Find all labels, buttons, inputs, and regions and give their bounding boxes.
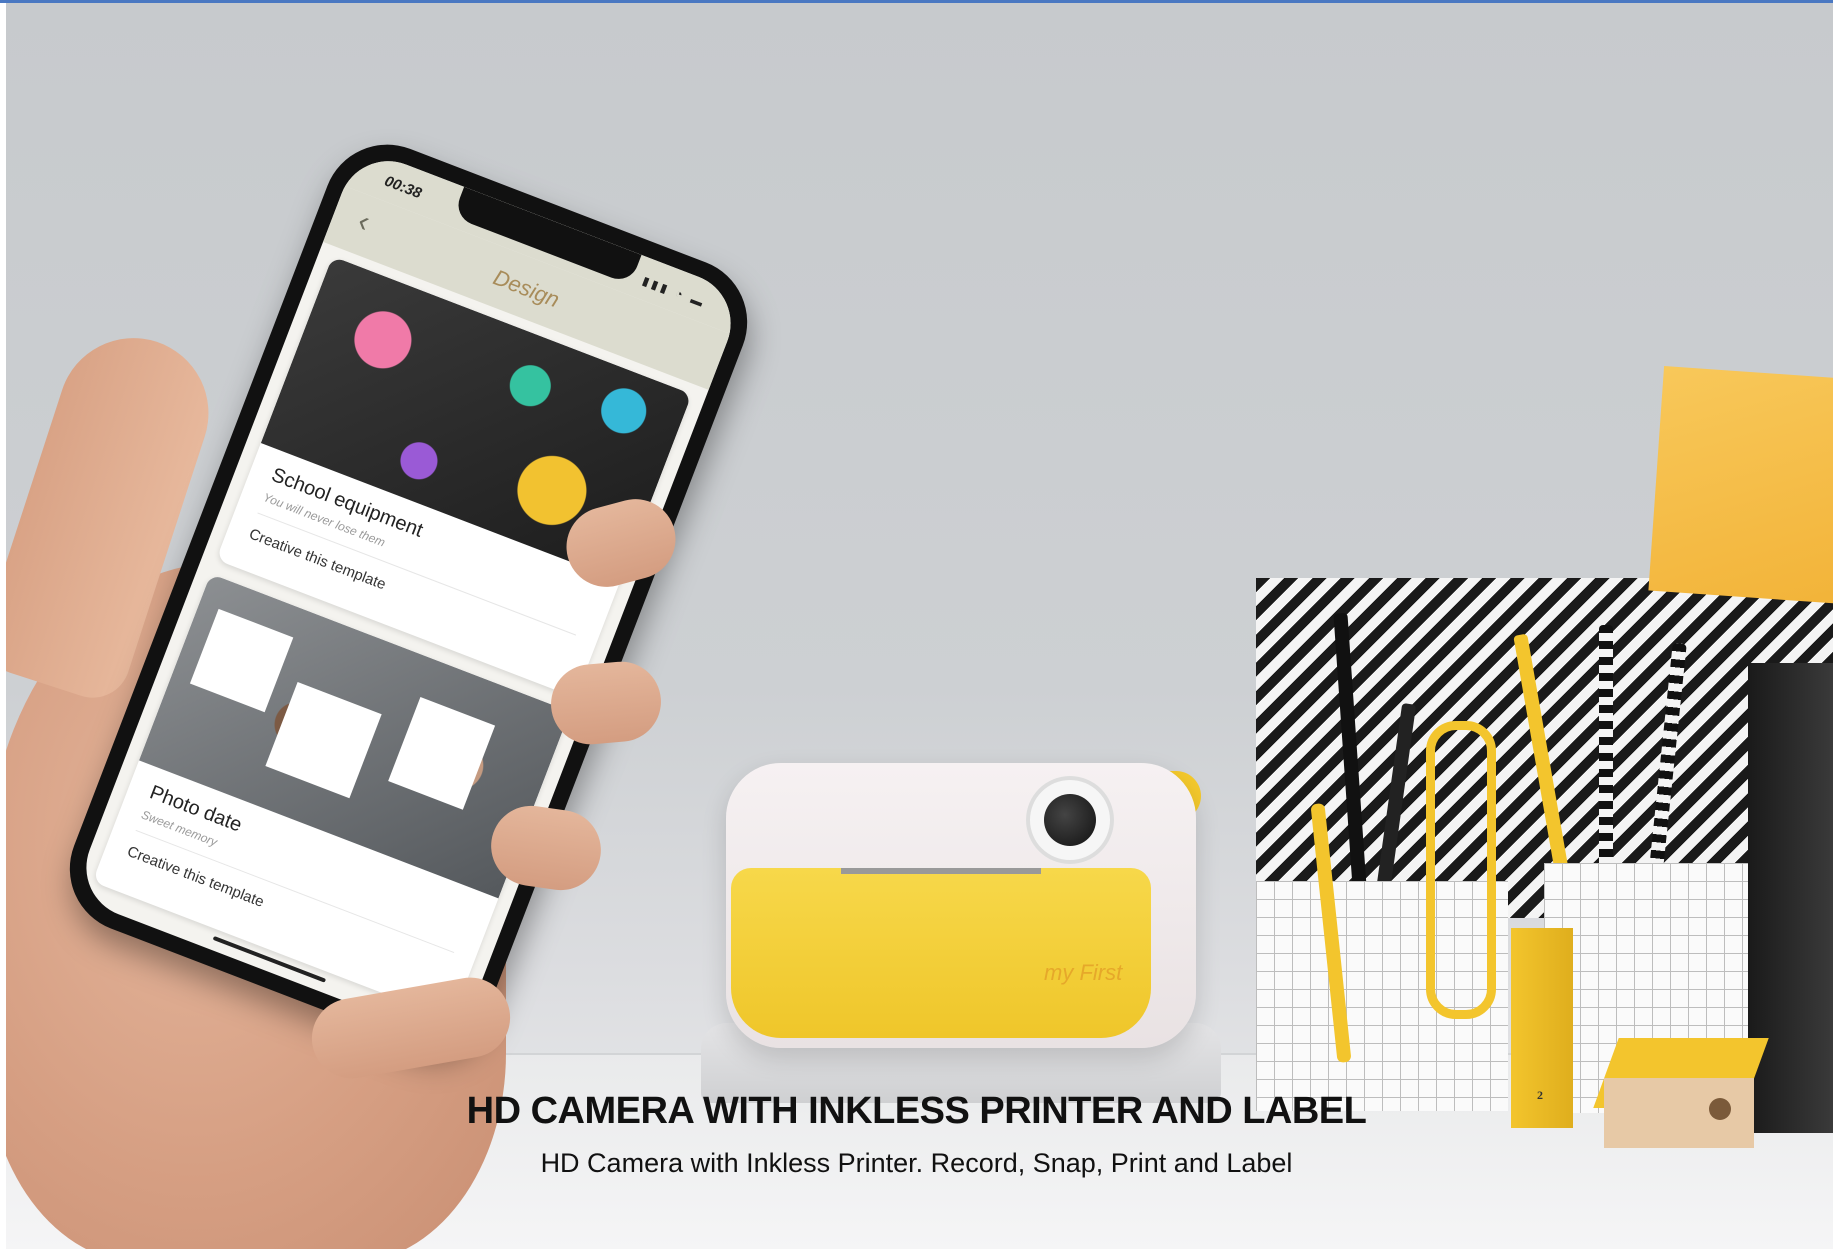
- black-book: [1748, 663, 1833, 1133]
- paperclip: [1426, 721, 1496, 1019]
- camera-lens-icon: [1044, 794, 1096, 846]
- scene: 2 my First 00:38 ▮▮▮ ◔ ▬ ‹ Design School…: [6, 3, 1833, 1249]
- status-time: 00:38: [382, 172, 425, 203]
- product-photo: 2 my First 00:38 ▮▮▮ ◔ ▬ ‹ Design School…: [0, 0, 1833, 1249]
- camera-yellow-panel: [731, 868, 1151, 1038]
- checkered-pencil: [1599, 625, 1613, 865]
- headline: HD CAMERA WITH INKLESS PRINTER AND LABEL: [466, 1090, 1367, 1132]
- subheadline: HD Camera with Inkless Printer. Record, …: [540, 1148, 1293, 1178]
- print-slot: [841, 868, 1041, 874]
- yellow-paper: [1648, 365, 1833, 606]
- camera-brand-logo: my First: [1044, 960, 1123, 985]
- phone-screen: 00:38 ▮▮▮ ◔ ▬ ‹ Design School equipment …: [71, 146, 746, 1045]
